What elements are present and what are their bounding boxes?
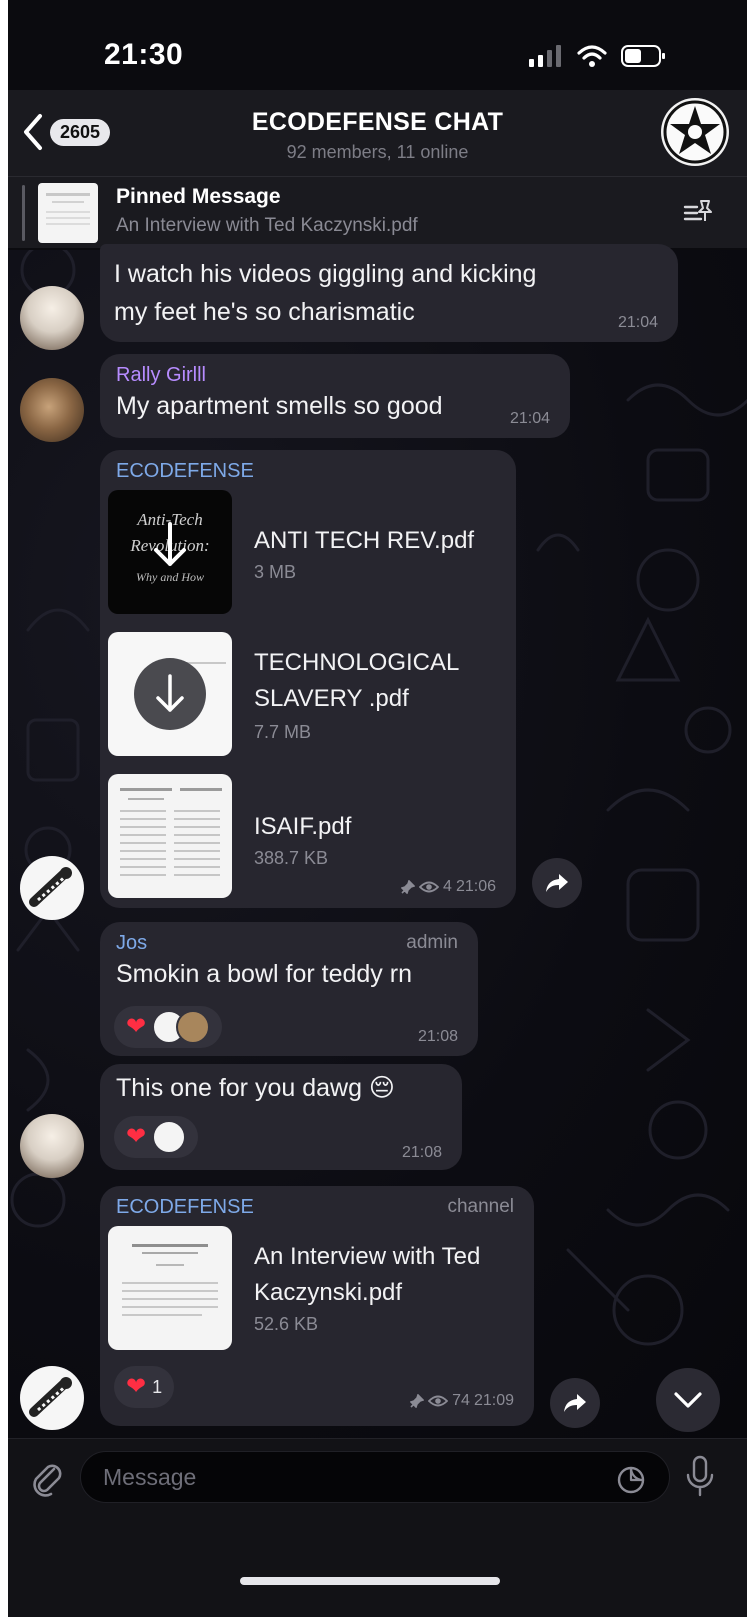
star-emblem-icon bbox=[663, 100, 727, 164]
wrench-logo-icon bbox=[29, 867, 72, 907]
reactor-avatar bbox=[176, 1010, 211, 1044]
message-text: This one for you dawg 😔 bbox=[116, 1074, 395, 1102]
share-icon bbox=[564, 1394, 586, 1412]
message-text: My apartment smells so good bbox=[116, 392, 443, 420]
download-icon[interactable] bbox=[108, 632, 232, 756]
message-bubble[interactable]: Jos admin Smokin a bowl for teddy rn ❤ 2… bbox=[100, 922, 478, 1056]
chat-avatar[interactable] bbox=[661, 98, 729, 166]
chat-subtitle: 92 members, 11 online bbox=[286, 142, 469, 162]
user-avatar[interactable] bbox=[20, 286, 84, 350]
pinned-text: An Interview with Ted Kaczynski.pdf bbox=[116, 215, 418, 236]
message-text: Smokin a bowl for teddy rn bbox=[116, 960, 412, 988]
message-text: I watch his videos giggling and kicking bbox=[114, 260, 537, 288]
wrench-logo-icon bbox=[29, 1377, 72, 1417]
reactions-row[interactable]: ❤ bbox=[114, 1006, 223, 1048]
chat-header: 2605 ECODEFENSE CHAT 92 members, 11 onli… bbox=[8, 90, 747, 176]
status-time: 21:30 bbox=[104, 38, 184, 71]
heart-reaction-icon: ❤ bbox=[126, 1013, 147, 1040]
status-icons bbox=[529, 44, 667, 68]
pinned-message-bar[interactable]: Pinned Message An Interview with Ted Kac… bbox=[8, 176, 747, 248]
chevron-down-icon bbox=[674, 1392, 702, 1408]
message-time: 21:04 bbox=[617, 314, 658, 331]
reactions-row[interactable]: ❤ bbox=[114, 1116, 199, 1158]
sender-name[interactable]: Rally Girlll bbox=[116, 364, 206, 387]
message-time: 21:06 bbox=[455, 878, 496, 895]
reactor-avatar bbox=[152, 1120, 187, 1154]
pin-icon bbox=[401, 880, 416, 894]
scroll-to-bottom-button[interactable] bbox=[656, 1368, 720, 1432]
reaction-count: 1 bbox=[152, 1376, 163, 1397]
message-input[interactable] bbox=[80, 1451, 670, 1503]
message-meta: 4 21:06 bbox=[401, 878, 496, 896]
paperclip-icon[interactable] bbox=[30, 1459, 64, 1497]
sticker-icon[interactable] bbox=[616, 1465, 646, 1495]
eye-icon bbox=[419, 881, 440, 893]
pinned-title: Pinned Message bbox=[116, 185, 281, 208]
admin-tag: admin bbox=[406, 932, 458, 953]
document-page-icon bbox=[122, 1244, 218, 1316]
file-name: ANTI TECH REV.pdf bbox=[254, 527, 475, 554]
message-bubble[interactable]: This one for you dawg 😔 ❤ 21:08 bbox=[100, 1064, 462, 1170]
message-meta: 74 21:09 bbox=[410, 1392, 514, 1410]
message-bubble[interactable]: I watch his videos giggling and kicking … bbox=[100, 244, 678, 342]
pin-icon bbox=[410, 1394, 425, 1408]
channel-tag: channel bbox=[447, 1196, 514, 1217]
sender-name[interactable]: Jos bbox=[116, 932, 147, 955]
message-time: 21:08 bbox=[417, 1028, 458, 1045]
wifi-icon bbox=[577, 45, 607, 67]
message-bubble[interactable]: Rally Girlll My apartment smells so good… bbox=[100, 354, 570, 438]
microphone-icon[interactable] bbox=[684, 1455, 716, 1499]
view-count: 4 bbox=[443, 878, 452, 895]
pinned-thumbnail bbox=[38, 183, 98, 243]
file-name: ISAIF.pdf bbox=[254, 813, 352, 840]
eye-icon bbox=[428, 1395, 449, 1407]
share-button[interactable] bbox=[550, 1378, 600, 1428]
file-message-bubble[interactable]: ECODEFENSE channel An Interview with Ted… bbox=[100, 1186, 534, 1426]
reactions-row[interactable]: ❤ 1 bbox=[114, 1366, 175, 1408]
document-page-icon bbox=[120, 788, 222, 876]
file-name: Kaczynski.pdf bbox=[254, 1279, 403, 1306]
message-text: my feet he's so charismatic bbox=[114, 298, 415, 326]
file-thumbnail[interactable] bbox=[108, 1226, 232, 1350]
composer-bar bbox=[8, 1438, 747, 1617]
pin-list-icon[interactable] bbox=[683, 199, 713, 227]
chat-title[interactable]: ECODEFENSE CHAT bbox=[8, 108, 747, 137]
file-name: TECHNOLOGICAL bbox=[254, 649, 460, 676]
message-time: 21:09 bbox=[473, 1392, 514, 1409]
share-button[interactable] bbox=[532, 858, 582, 908]
user-avatar[interactable] bbox=[20, 378, 84, 442]
pinned-indicator bbox=[22, 185, 25, 241]
file-size: 52.6 KB bbox=[254, 1314, 319, 1334]
file-size: 7.7 MB bbox=[254, 722, 312, 742]
telegram-chat-screen: 21:30 2605 ECODEFENSE CHAT 92 members, 1 bbox=[8, 0, 747, 1617]
sender-name[interactable]: ECODEFENSE bbox=[116, 460, 254, 483]
file-size: 3 MB bbox=[254, 562, 297, 582]
file-size: 388.7 KB bbox=[254, 848, 329, 868]
signal-icon bbox=[529, 45, 561, 67]
share-icon bbox=[546, 874, 568, 892]
download-icon[interactable] bbox=[108, 490, 232, 614]
file-message-bubble[interactable]: ECODEFENSE Anti-Tech Revolution: Why and… bbox=[100, 450, 516, 908]
heart-reaction-icon: ❤ bbox=[126, 1373, 147, 1400]
message-time: 21:08 bbox=[401, 1144, 442, 1161]
message-time: 21:04 bbox=[509, 410, 550, 427]
user-avatar[interactable] bbox=[20, 1114, 84, 1178]
home-indicator bbox=[240, 1577, 500, 1585]
battery-icon bbox=[621, 45, 665, 67]
file-thumbnail[interactable] bbox=[108, 632, 232, 756]
sender-name[interactable]: ECODEFENSE bbox=[116, 1196, 254, 1219]
document-page-icon bbox=[46, 193, 90, 225]
view-count: 74 bbox=[452, 1392, 470, 1409]
channel-avatar[interactable] bbox=[20, 1366, 84, 1430]
file-thumbnail[interactable] bbox=[108, 774, 232, 898]
file-name: An Interview with Ted bbox=[254, 1243, 481, 1270]
channel-avatar[interactable] bbox=[20, 856, 84, 920]
file-thumbnail[interactable]: Anti-Tech Revolution: Why and How bbox=[108, 490, 232, 614]
heart-reaction-icon: ❤ bbox=[126, 1123, 147, 1150]
file-name: SLAVERY .pdf bbox=[254, 685, 409, 712]
